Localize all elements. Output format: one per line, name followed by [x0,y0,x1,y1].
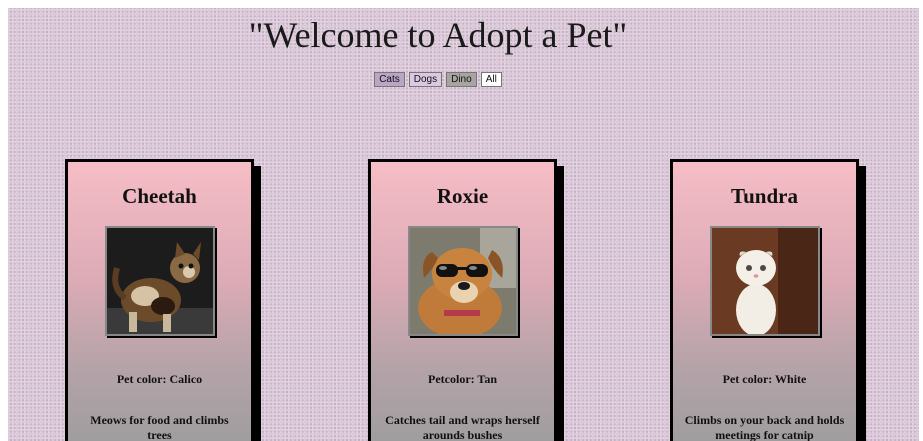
pet-card-cheetah: Cheetah Pet color: Calico Meows for food… [65,159,254,441]
pet-description: Meows for food and climbs trees [90,413,229,441]
pet-name: Tundra [731,184,798,208]
filter-dogs-button[interactable]: Dogs [408,72,443,87]
pet-name: Cheetah [122,184,197,208]
pet-description: Climbs on your back and holds meetings f… [684,413,845,441]
filter-dino-button[interactable]: Dino [446,72,477,87]
pet-photo-calico-kitten [104,226,215,336]
pet-photo-white-kitten [709,226,820,336]
pet-color: Pet color: White [722,372,807,386]
filter-cats-button[interactable]: Cats [374,72,405,87]
page-background: "Welcome to Adopt a Pet" Cats Dogs Dino … [8,8,919,441]
pet-description: Catches tail and wraps herself arounds b… [385,413,540,441]
filter-all-button[interactable]: All [480,72,502,87]
pet-name: Roxie [436,184,489,208]
pet-card-roxie: Roxie Petcolor: Tan Catches tail and wra… [368,159,557,441]
pet-color: Pet color: Calico [116,372,203,386]
pet-photo-dog-with-sunglasses [407,226,518,336]
page-title: "Welcome to Adopt a Pet" [248,15,628,55]
filter-bar: Cats Dogs Dino All [8,72,868,87]
pet-color: Petcolor: Tan [428,372,497,386]
pet-card-tundra: Tundra Pet color: White Climbs on your b… [670,159,859,441]
